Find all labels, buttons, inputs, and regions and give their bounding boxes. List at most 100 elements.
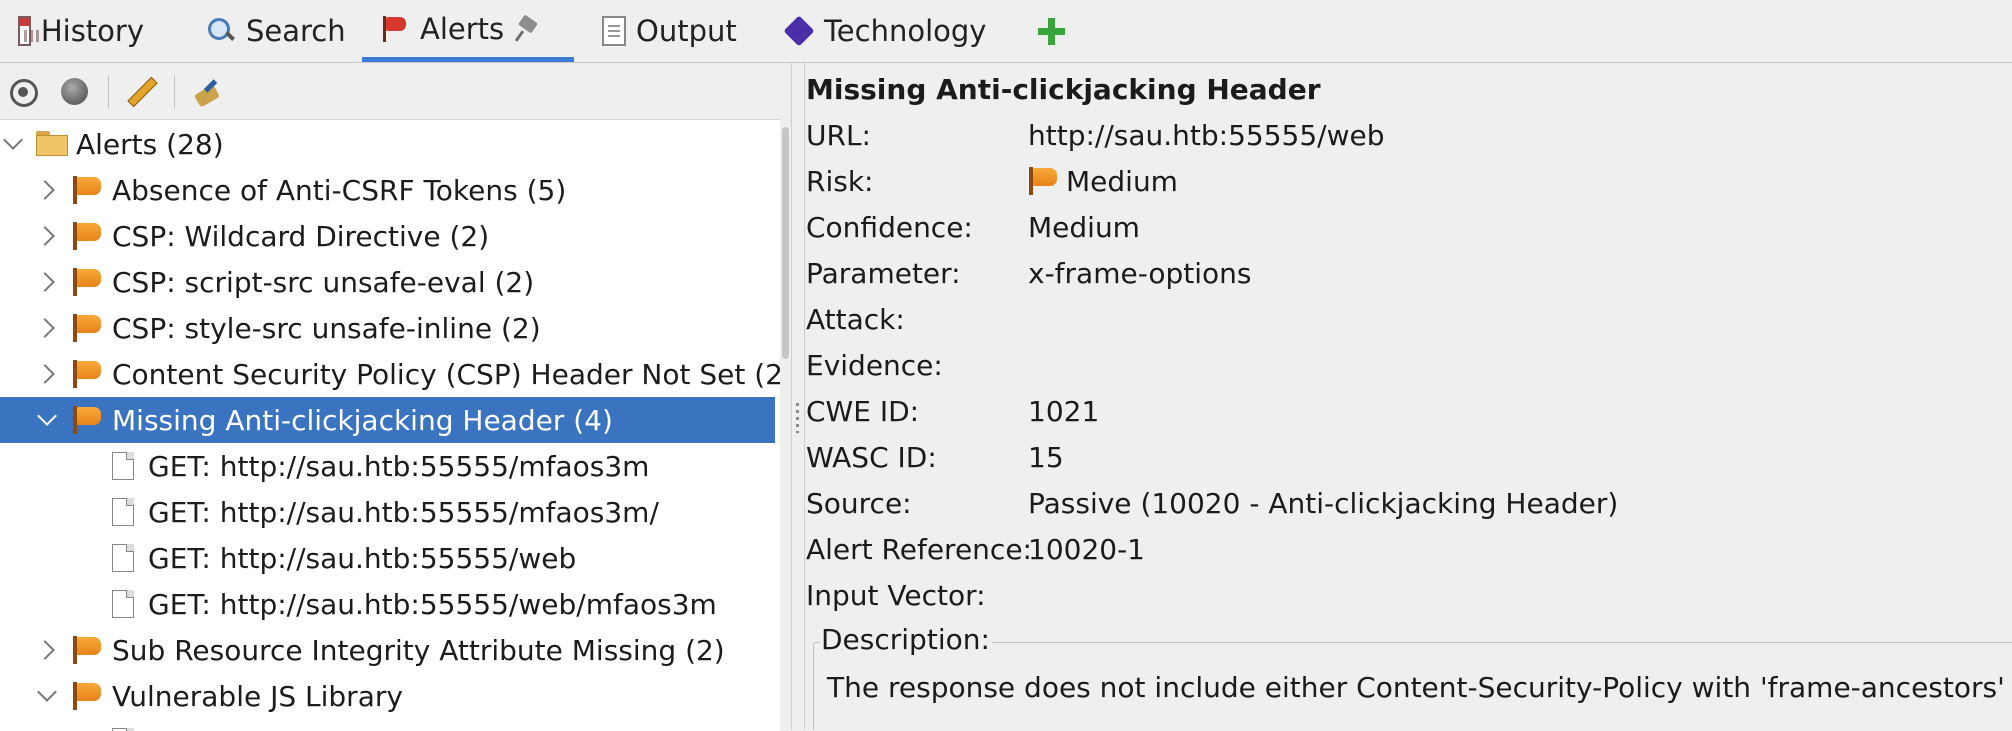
medium-risk-flag-icon xyxy=(72,635,102,665)
medium-risk-flag-icon xyxy=(72,313,102,343)
field-input-vector: Input Vector: xyxy=(806,575,1028,615)
alerts-tree: Alerts (28) Absence of Anti-CSRF Tokens … xyxy=(0,119,780,731)
broom-icon[interactable] xyxy=(192,77,222,107)
scrollbar-thumb[interactable] xyxy=(782,127,789,359)
medium-risk-flag-icon xyxy=(72,681,102,711)
tab-technology-label: Technology xyxy=(824,14,987,48)
chevron-down-icon[interactable] xyxy=(37,682,57,702)
tree-child-request[interactable]: GET: http://sau.htb:55555/web/mfaos3m xyxy=(0,581,775,627)
field-source: Source: Passive (10020 - Anti-clickjacki… xyxy=(806,483,1618,523)
tree-item-label: CSP: Wildcard Directive (2) xyxy=(112,219,490,253)
tab-output-label: Output xyxy=(636,14,737,48)
description-text[interactable]: The response does not include either Con… xyxy=(827,671,2012,704)
tree-item-label: CSP: script-src unsafe-eval (2) xyxy=(112,265,535,299)
tree-item-label: Missing Anti-clickjacking Header (4) xyxy=(112,403,613,437)
add-tab-button[interactable] xyxy=(1018,0,1078,62)
field-label: Evidence: xyxy=(806,348,943,382)
alerts-toolbar xyxy=(0,63,790,119)
chevron-right-icon[interactable] xyxy=(35,226,55,246)
medium-risk-flag-icon xyxy=(72,175,102,205)
field-confidence: Confidence: Medium xyxy=(806,207,1140,247)
tab-technology[interactable]: Technology xyxy=(766,0,1006,62)
field-label: Input Vector: xyxy=(806,578,986,612)
field-value-wrap: Medium xyxy=(1028,165,1178,198)
tree-root-alerts[interactable]: Alerts (28) xyxy=(0,121,775,167)
chevron-right-icon[interactable] xyxy=(35,364,55,384)
tree-item-csp-unsafe-inline[interactable]: CSP: style-src unsafe-inline (2) xyxy=(0,305,775,351)
medium-risk-flag-icon xyxy=(72,359,102,389)
toolbar-separator xyxy=(108,75,109,109)
field-label: Alert Reference: xyxy=(806,532,1032,566)
field-label: WASC ID: xyxy=(806,440,937,474)
tree-item-label: Absence of Anti-CSRF Tokens (5) xyxy=(112,173,567,207)
tree-root-label: Alerts (28) xyxy=(76,127,224,161)
tree-item-missing-anti-clickjacking[interactable]: Missing Anti-clickjacking Header (4) xyxy=(0,397,775,443)
tree-scrollbar[interactable] xyxy=(780,119,790,730)
add-icon xyxy=(1036,16,1066,46)
tree-item-label: Vulnerable JS Library xyxy=(112,679,403,713)
alert-details-pane: Missing Anti-clickjacking Header URL: ht… xyxy=(804,63,2012,730)
file-icon xyxy=(112,452,134,480)
tree-item-csp-wildcard[interactable]: CSP: Wildcard Directive (2) xyxy=(0,213,775,259)
tree-item-csp-unsafe-eval[interactable]: CSP: script-src unsafe-eval (2) xyxy=(0,259,775,305)
field-value: 10020-1 xyxy=(1028,532,1145,566)
medium-risk-flag-icon xyxy=(72,221,102,251)
tab-history-label: History xyxy=(40,14,144,48)
medium-risk-flag-icon xyxy=(1028,166,1058,196)
field-value: http://sau.htb:55555/web xyxy=(1028,118,1385,152)
field-parameter: Parameter: x-frame-options xyxy=(806,253,1251,293)
tree-item-label: Sub Resource Integrity Attribute Missing… xyxy=(112,633,725,667)
field-risk: Risk: Medium xyxy=(806,161,1178,201)
field-label: Parameter: xyxy=(806,256,961,290)
toolbar-separator xyxy=(174,75,175,109)
chevron-right-icon[interactable] xyxy=(35,272,55,292)
field-value: x-frame-options xyxy=(1028,256,1252,290)
tree-item-csp-header-not-set[interactable]: Content Security Policy (CSP) Header Not… xyxy=(0,351,780,397)
calendar-icon xyxy=(18,16,42,46)
field-wasc-id: WASC ID: 15 xyxy=(806,437,1064,477)
tab-search[interactable]: Search xyxy=(188,0,348,62)
tree-child-request[interactable]: GET: http://sau.htb:55555/web xyxy=(0,535,775,581)
tab-output[interactable]: Output xyxy=(584,0,754,62)
file-icon xyxy=(112,498,134,526)
splitter-grip[interactable] xyxy=(796,403,799,433)
pencil-icon[interactable] xyxy=(126,77,156,107)
field-label: Risk: xyxy=(806,164,874,198)
field-attack: Attack: xyxy=(806,299,1028,339)
magnifier-icon xyxy=(206,16,236,46)
chevron-down-icon[interactable] xyxy=(37,406,57,426)
chevron-right-icon[interactable] xyxy=(35,180,55,200)
chevron-down-icon[interactable] xyxy=(3,130,23,150)
field-value: Passive (10020 - Anti-clickjacking Heade… xyxy=(1028,486,1619,520)
tree-child-request[interactable]: GET: http://sau.htb:55555/mfaos3m/ xyxy=(0,489,775,535)
target-icon[interactable] xyxy=(8,77,38,107)
tab-search-label: Search xyxy=(246,14,346,48)
alerts-tree-pane: Alerts (28) Absence of Anti-CSRF Tokens … xyxy=(0,63,790,731)
document-icon xyxy=(602,16,626,46)
tree-child-label: GET: http://sau.htb:55555/mfaos3m xyxy=(148,449,650,483)
tab-alerts-label: Alerts xyxy=(420,11,505,46)
field-value: 15 xyxy=(1028,440,1064,474)
tree-item-vulnerable-js[interactable]: Vulnerable JS Library xyxy=(0,673,775,719)
file-icon xyxy=(112,590,134,618)
globe-icon[interactable] xyxy=(60,77,90,107)
tree-child-request[interactable]: GET: http://sau.htb:55555/mfaos3m xyxy=(0,443,775,489)
tree-item-sri-missing[interactable]: Sub Resource Integrity Attribute Missing… xyxy=(0,627,775,673)
tree-item-label: CSP: style-src unsafe-inline (2) xyxy=(112,311,541,345)
field-value: Medium xyxy=(1066,164,1178,198)
pane-splitter[interactable] xyxy=(791,63,804,730)
tab-alerts[interactable]: Alerts xyxy=(362,0,574,62)
chevron-right-icon[interactable] xyxy=(35,318,55,338)
chevron-right-icon[interactable] xyxy=(35,640,55,660)
pin-icon[interactable] xyxy=(514,14,540,44)
cube-icon xyxy=(784,16,814,46)
field-label: Attack: xyxy=(806,302,905,336)
tree-child-label: GET: http://sau.htb:55555/web xyxy=(148,541,577,575)
tab-history[interactable]: History xyxy=(0,0,144,62)
tree-child-request[interactable] xyxy=(0,719,775,731)
field-value: 1021 xyxy=(1028,394,1100,428)
tree-item-anti-csrf[interactable]: Absence of Anti-CSRF Tokens (5) xyxy=(0,167,775,213)
description-label: Description: xyxy=(819,623,992,656)
tree-item-label: Content Security Policy (CSP) Header Not… xyxy=(112,357,780,391)
folder-icon xyxy=(36,131,68,157)
